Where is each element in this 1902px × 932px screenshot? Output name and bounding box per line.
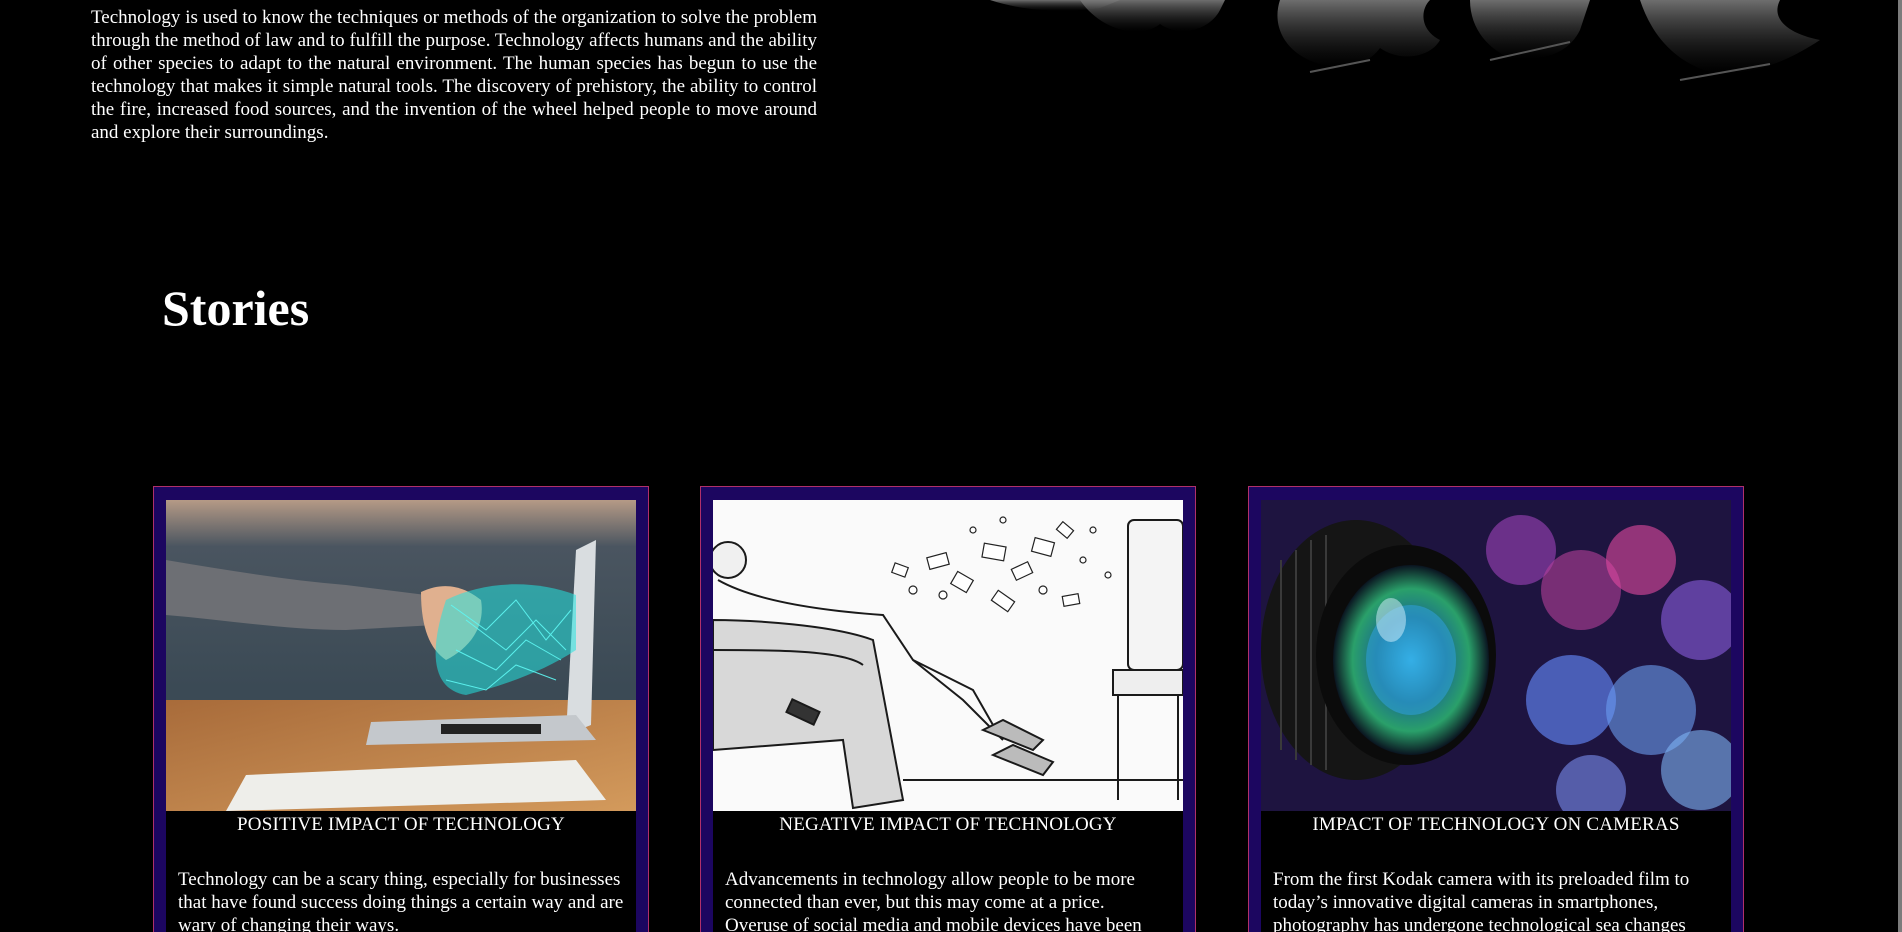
vertical-scrollbar[interactable] bbox=[1898, 0, 1902, 932]
story-card-negative[interactable]: NEGATIVE IMPACT OF TECHNOLOGY Advancemen… bbox=[700, 486, 1196, 932]
intro-paragraph: Technology is used to know the technique… bbox=[91, 7, 817, 143]
handshake-image[interactable] bbox=[166, 500, 636, 811]
card-description: Advancements in technology allow people … bbox=[725, 869, 1142, 932]
couch-tv-sketch-image[interactable] bbox=[713, 500, 1183, 811]
card-content: NEGATIVE IMPACT OF TECHNOLOGY Advancemen… bbox=[713, 500, 1183, 932]
card-description: Technology can be a scary thing, especia… bbox=[178, 869, 624, 932]
card-title[interactable]: NEGATIVE IMPACT OF TECHNOLOGY bbox=[713, 811, 1183, 842]
story-card-positive[interactable]: POSITIVE IMPACT OF TECHNOLOGY Technology… bbox=[153, 486, 649, 932]
stories-heading: Stories bbox=[162, 280, 310, 336]
card-content: POSITIVE IMPACT OF TECHNOLOGY Technology… bbox=[166, 500, 636, 932]
hero-silhouette-image bbox=[990, 0, 1820, 81]
card-content: IMPACT OF TECHNOLOGY ON CAMERAS From the… bbox=[1261, 500, 1731, 932]
page: Technology is used to know the technique… bbox=[0, 0, 1902, 932]
story-card-cameras[interactable]: IMPACT OF TECHNOLOGY ON CAMERAS From the… bbox=[1248, 486, 1744, 932]
card-title[interactable]: IMPACT OF TECHNOLOGY ON CAMERAS bbox=[1261, 811, 1731, 842]
camera-lens-image[interactable] bbox=[1261, 500, 1731, 811]
card-title[interactable]: POSITIVE IMPACT OF TECHNOLOGY bbox=[166, 811, 636, 842]
card-description: From the first Kodak camera with its pre… bbox=[1273, 869, 1690, 932]
